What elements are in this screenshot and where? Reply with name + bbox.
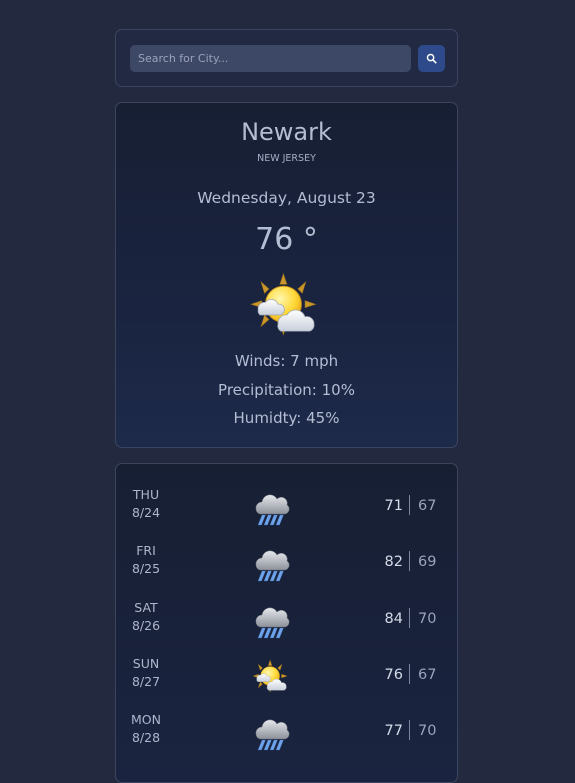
forecast-high: 76 xyxy=(384,667,403,683)
search-button[interactable] xyxy=(418,45,445,72)
temp-divider xyxy=(409,495,410,515)
rain-cloud-icon xyxy=(252,714,292,752)
forecast-row: SAT 8/26 84 70 xyxy=(116,599,459,649)
forecast-day: FRI 8/25 xyxy=(131,543,161,576)
partly-sunny-icon xyxy=(252,658,292,696)
rain-cloud-icon xyxy=(252,602,292,640)
forecast-high: 82 xyxy=(384,554,403,570)
current-temperature: 76 ° xyxy=(255,222,318,257)
search-bar xyxy=(115,29,458,87)
precipitation-label: Precipitation: 10% xyxy=(218,381,355,399)
forecast-low: 70 xyxy=(418,611,437,627)
city-name: Newark xyxy=(241,118,332,146)
forecast-high: 71 xyxy=(384,498,403,514)
forecast-day: SAT 8/26 xyxy=(131,600,161,633)
temp-divider xyxy=(409,664,410,684)
temp-divider xyxy=(409,551,410,571)
forecast-row: MON 8/28 77 70 xyxy=(116,711,459,761)
winds-label: Winds: 7 mph xyxy=(234,352,339,370)
forecast-low: 67 xyxy=(418,498,437,514)
rain-cloud-icon xyxy=(252,545,292,583)
forecast-day: THU 8/24 xyxy=(131,487,161,520)
temp-divider xyxy=(409,608,410,628)
humidity-label: Humidty: 45% xyxy=(233,409,340,427)
forecast-row: THU 8/24 71 67 xyxy=(116,486,459,536)
state-name: NEW JERSEY xyxy=(257,153,316,164)
partly-sunny-icon xyxy=(250,270,324,342)
search-input[interactable] xyxy=(130,45,411,72)
forecast-row: FRI 8/25 82 69 xyxy=(116,542,459,592)
temp-divider xyxy=(409,720,410,740)
forecast-low: 67 xyxy=(418,667,437,683)
forecast-high: 77 xyxy=(384,723,403,739)
rain-cloud-icon xyxy=(252,489,292,527)
forecast-low: 69 xyxy=(418,554,437,570)
forecast-card: THU 8/24 71 67 FRI 8/25 82 69 SAT 8/26 84 7… xyxy=(115,463,458,783)
forecast-day: MON 8/28 xyxy=(131,712,161,745)
search-icon xyxy=(426,53,437,64)
forecast-row: SUN 8/27 76 67 xyxy=(116,655,459,705)
current-date: Wednesday, August 23 xyxy=(197,189,376,207)
current-weather-card: Newark NEW JERSEY Wednesday, August 23 7… xyxy=(115,102,458,448)
forecast-day: SUN 8/27 xyxy=(131,656,161,689)
forecast-high: 84 xyxy=(384,611,403,627)
forecast-low: 70 xyxy=(418,723,437,739)
